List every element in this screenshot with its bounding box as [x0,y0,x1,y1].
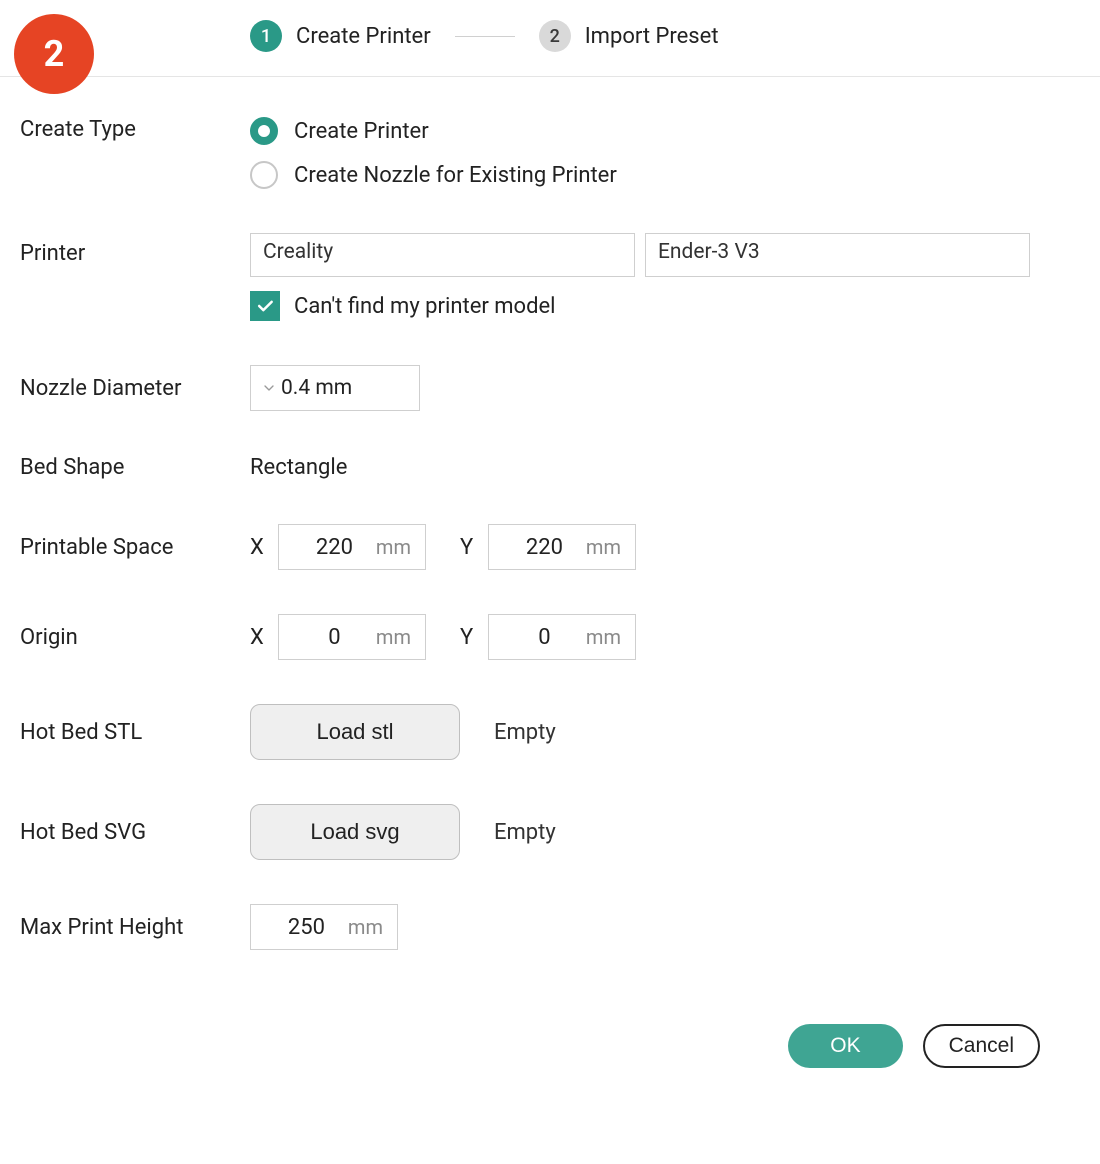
origin-x-label: X [250,625,268,650]
create-printer-form: Create Type Create Printer Create Nozzle… [0,77,1100,1004]
printable-y-label: Y [460,535,478,560]
ok-button[interactable]: OK [788,1024,902,1068]
nozzle-diameter-dropdown[interactable]: 0.4 mm [250,365,420,411]
max-print-height-unit: mm [348,915,383,939]
cant-find-label: Can't find my printer model [294,294,556,319]
printable-y-input[interactable]: 220 mm [488,524,636,570]
hot-bed-svg-label: Hot Bed SVG [20,820,250,845]
load-stl-button[interactable]: Load stl [250,704,460,760]
hot-bed-stl-label: Hot Bed STL [20,720,250,745]
printable-x-value: 220 [293,535,376,560]
printable-x-label: X [250,535,268,560]
bed-shape-label: Bed Shape [20,455,250,480]
printable-space-label: Printable Space [20,535,250,560]
radio-icon-unchecked [250,161,278,189]
radio-create-printer[interactable]: Create Printer [250,117,617,145]
printable-x-input[interactable]: 220 mm [278,524,426,570]
printable-y-value: 220 [503,535,586,560]
hot-bed-stl-status: Empty [494,720,556,745]
check-icon [255,296,275,316]
radio-icon-checked [250,117,278,145]
origin-x-input[interactable]: 0 mm [278,614,426,660]
step-label-2: Import Preset [585,24,719,49]
checkbox-icon-checked [250,291,280,321]
origin-x-unit: mm [376,625,411,649]
origin-y-unit: mm [586,625,621,649]
printer-model-value: Ender-3 V3 [658,240,760,264]
bed-shape-value: Rectangle [250,455,347,480]
origin-y-input[interactable]: 0 mm [488,614,636,660]
max-print-height-value: 250 [265,915,348,940]
create-type-label: Create Type [20,117,250,142]
nozzle-diameter-label: Nozzle Diameter [20,376,250,401]
load-svg-button[interactable]: Load svg [250,804,460,860]
radio-label-create-printer: Create Printer [294,119,429,144]
radio-create-nozzle[interactable]: Create Nozzle for Existing Printer [250,161,617,189]
cancel-button[interactable]: Cancel [923,1024,1040,1068]
max-print-height-label: Max Print Height [20,915,250,940]
step-connector [455,36,515,37]
dialog-footer: OK Cancel [0,1004,1100,1108]
printer-model-input[interactable]: Ender-3 V3 [645,233,1030,277]
nozzle-diameter-value: 0.4 mm [281,376,352,400]
wizard-stepper: 1 Create Printer 2 Import Preset [0,0,1100,77]
max-print-height-input[interactable]: 250 mm [250,904,398,950]
chevron-down-icon [261,380,277,396]
printer-brand-value: Creality [263,240,333,264]
step-number-2: 2 [539,20,571,52]
origin-x-value: 0 [293,625,376,650]
origin-y-value: 0 [503,625,586,650]
hot-bed-svg-status: Empty [494,820,556,845]
printer-brand-input[interactable]: Creality [250,233,635,277]
printer-label: Printer [20,233,250,266]
printable-x-unit: mm [376,535,411,559]
page-number-badge: 2 [14,14,94,94]
step-number-1: 1 [250,20,282,52]
printable-y-unit: mm [586,535,621,559]
cant-find-checkbox[interactable]: Can't find my printer model [250,291,1030,321]
step-create-printer[interactable]: 1 Create Printer [250,20,431,52]
origin-y-label: Y [460,625,478,650]
step-label-1: Create Printer [296,24,431,49]
radio-label-create-nozzle: Create Nozzle for Existing Printer [294,163,617,188]
step-import-preset[interactable]: 2 Import Preset [539,20,719,52]
page-number-text: 2 [44,33,65,75]
origin-label: Origin [20,625,250,650]
